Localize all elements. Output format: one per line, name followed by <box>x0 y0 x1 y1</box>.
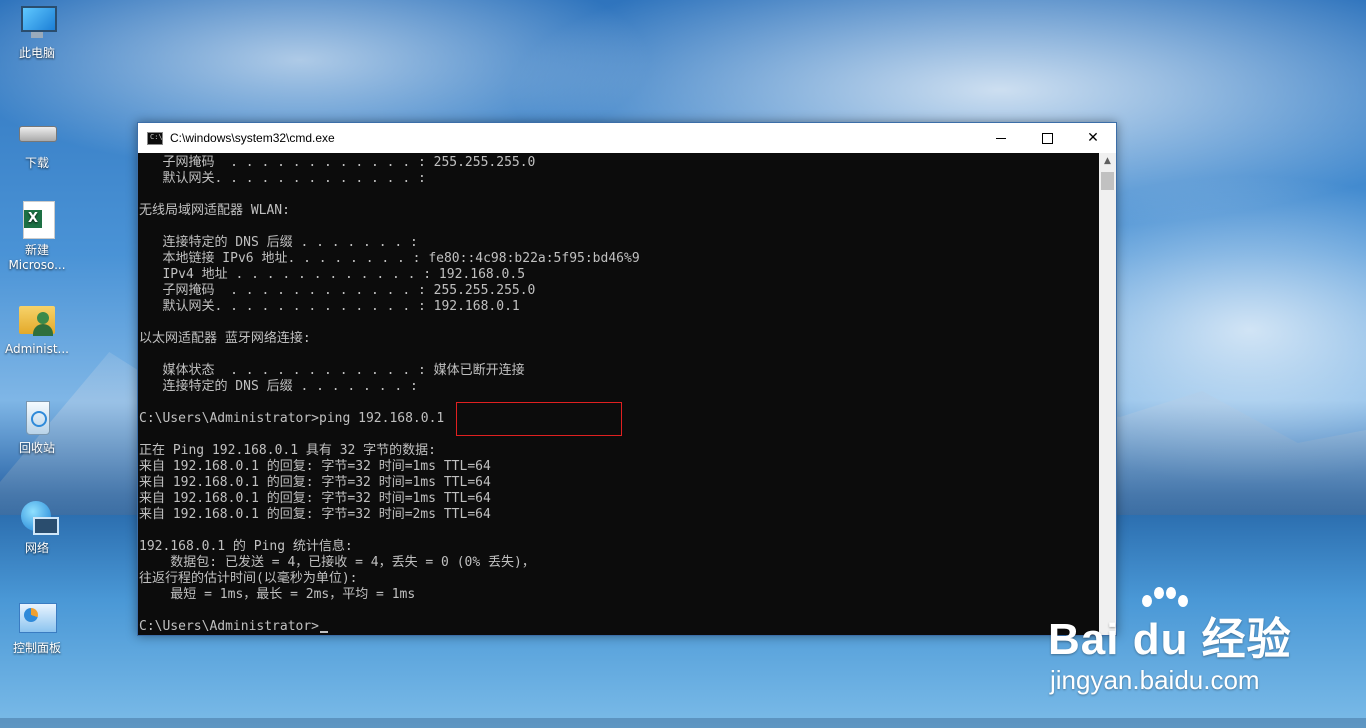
console-line: 连接特定的 DNS 后缀 . . . . . . . : <box>139 235 418 250</box>
desktop-icon-excel-file[interactable]: X 新建 Microso... <box>0 199 74 273</box>
watermark-brand: Bai du 经验 <box>1048 615 1292 664</box>
desktop-icon-label: Administ... <box>5 342 69 356</box>
computer-icon <box>17 2 57 42</box>
console-output[interactable]: 子网掩码 . . . . . . . . . . . . : 255.255.2… <box>138 153 1099 635</box>
network-icon <box>17 497 59 537</box>
console-prompt: C:\Users\Administrator> <box>139 619 320 634</box>
excel-file-icon: X <box>17 199 57 239</box>
minimize-icon <box>996 137 1006 139</box>
desktop-icon-label-line1: 新建 <box>24 243 49 257</box>
console-line: 无线局域网适配器 WLAN: <box>139 203 290 218</box>
text-cursor <box>320 631 329 633</box>
console-line: 默认网关. . . . . . . . . . . . . : <box>139 171 426 186</box>
console-line: 默认网关. . . . . . . . . . . . . : 192.168.… <box>139 299 520 314</box>
maximize-button[interactable] <box>1024 123 1070 153</box>
scroll-thumb[interactable] <box>1101 172 1114 190</box>
window-titlebar[interactable]: C:\ C:\windows\system32\cmd.exe ✕ <box>138 123 1116 153</box>
console-line: 子网掩码 . . . . . . . . . . . . : 255.255.2… <box>139 155 536 170</box>
cmd-app-icon: C:\ <box>147 131 163 145</box>
watermark-url: jingyan.baidu.com <box>1050 665 1260 695</box>
desktop-icon-label: 网络 <box>24 541 49 555</box>
desktop-icon-this-pc[interactable]: 此电脑 <box>0 2 74 61</box>
console-line: 媒体状态 . . . . . . . . . . . . : 媒体已断开连接 <box>139 363 525 378</box>
desktop-icon-label: 控制面板 <box>12 641 61 655</box>
console-line: 来自 192.168.0.1 的回复: 字节=32 时间=1ms TTL=64 <box>139 491 491 506</box>
cmd-app-icon-text: C:\ <box>150 132 163 141</box>
desktop-icon-label: 下载 <box>24 156 49 170</box>
console-line: C:\Users\Administrator>ping 192.168.0.1 <box>139 411 445 426</box>
command-highlight-annotation <box>456 402 622 436</box>
scroll-up-arrow-icon[interactable]: ▲ <box>1099 153 1116 170</box>
console-line: 本地链接 IPv6 地址. . . . . . . . : fe80::4c98… <box>139 251 640 266</box>
recycle-bin-icon <box>17 397 57 437</box>
console-prompt-line[interactable]: C:\Users\Administrator> <box>139 619 329 635</box>
window-controls: ✕ <box>978 123 1116 153</box>
taskbar-edge <box>0 718 1366 728</box>
console-line: 192.168.0.1 的 Ping 统计信息: <box>139 539 353 554</box>
console-line: IPv4 地址 . . . . . . . . . . . . : 192.16… <box>139 267 526 282</box>
console-line: 正在 Ping 192.168.0.1 具有 32 字节的数据: <box>139 443 437 458</box>
desktop-icon-label: 回收站 <box>18 441 55 455</box>
desktop-icon-recycle-bin[interactable]: 回收站 <box>0 397 74 456</box>
desktop-icon-administrator[interactable]: Administ... <box>0 298 74 357</box>
close-button[interactable]: ✕ <box>1070 123 1116 153</box>
window-title: C:\windows\system32\cmd.exe <box>170 131 335 145</box>
console-line: 以太网适配器 蓝牙网络连接: <box>139 331 311 346</box>
maximize-icon <box>1041 132 1053 144</box>
console-line: 来自 192.168.0.1 的回复: 字节=32 时间=1ms TTL=64 <box>139 475 491 490</box>
desktop-icon-network[interactable]: 网络 <box>0 497 74 556</box>
console-line: 数据包: 已发送 = 4，已接收 = 4，丢失 = 0 (0% 丢失)， <box>139 555 535 570</box>
cmd-window[interactable]: C:\ C:\windows\system32\cmd.exe ✕ 子网掩码 .… <box>137 122 1117 636</box>
console-line: 来自 192.168.0.1 的回复: 字节=32 时间=1ms TTL=64 <box>139 459 491 474</box>
user-folder-icon <box>17 298 57 338</box>
baidu-jingyan-watermark: Bai du 经验 jingyan.baidu.com <box>1048 585 1298 695</box>
console-line: 往返行程的估计时间(以毫秒为单位): <box>139 571 358 586</box>
close-icon: ✕ <box>1087 130 1099 146</box>
desktop-icon-control-panel[interactable]: 控制面板 <box>0 597 74 656</box>
console-line: 来自 192.168.0.1 的回复: 字节=32 时间=2ms TTL=64 <box>139 507 491 522</box>
minimize-button[interactable] <box>978 123 1024 153</box>
drive-icon <box>17 112 57 152</box>
desktop-icon-label-line2: Microso... <box>8 258 66 272</box>
console-line: 连接特定的 DNS 后缀 . . . . . . . : <box>139 379 418 394</box>
console-line: 最短 = 1ms，最长 = 2ms，平均 = 1ms <box>139 587 416 602</box>
desktop-icon-downloads[interactable]: 下载 <box>0 112 74 171</box>
control-panel-icon <box>17 597 57 637</box>
desktop-icon-label: 此电脑 <box>18 46 55 60</box>
console-line: 子网掩码 . . . . . . . . . . . . : 255.255.2… <box>139 283 536 298</box>
vertical-scrollbar[interactable]: ▲ <box>1099 153 1116 635</box>
